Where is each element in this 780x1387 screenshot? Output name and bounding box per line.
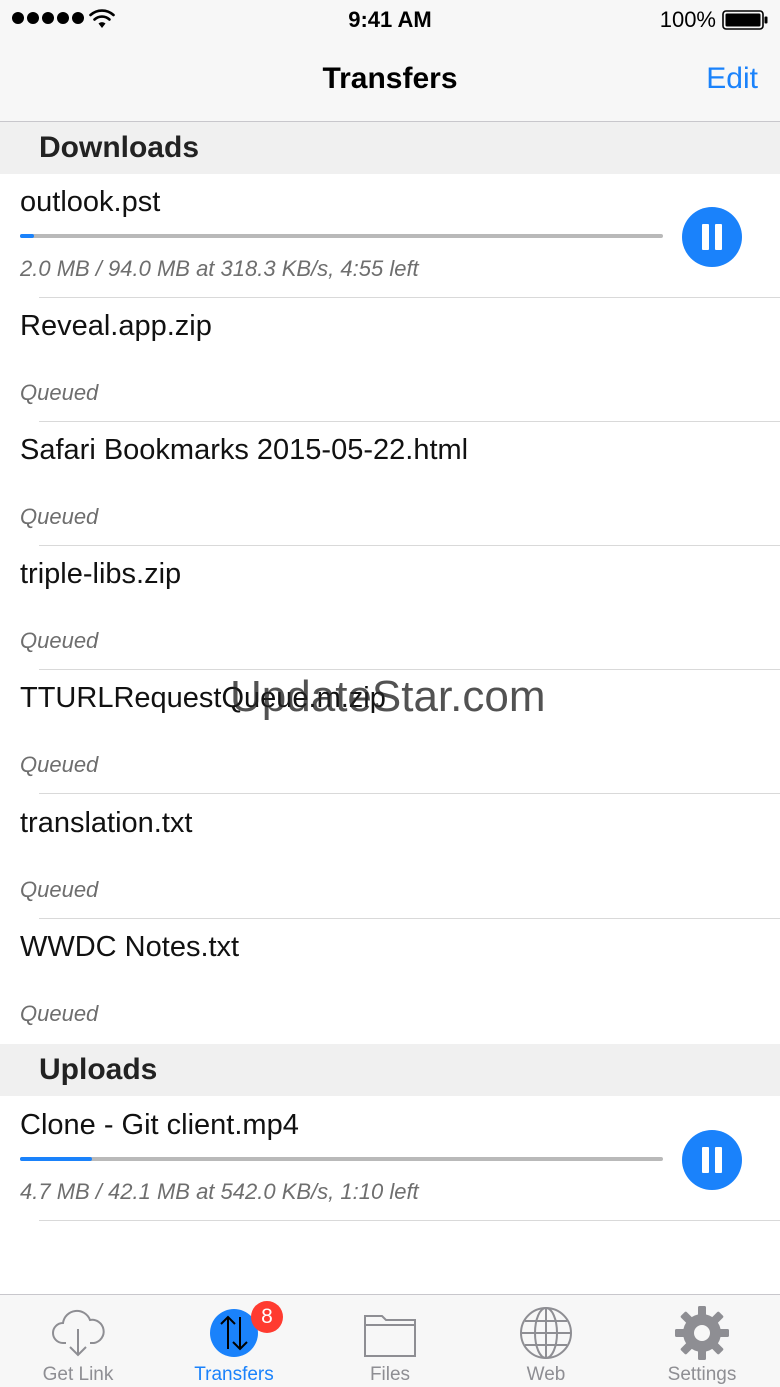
- battery-percent: 100%: [659, 7, 716, 32]
- transfer-row[interactable]: outlook.pst 2.0 MB / 94.0 MB at 318.3 KB…: [0, 174, 780, 298]
- section-header-downloads: Downloads: [0, 122, 780, 174]
- progress-bar: [20, 234, 663, 238]
- globe-icon: [520, 1307, 572, 1359]
- transfer-status: Queued: [20, 504, 99, 529]
- watermark: UpdateStar.com: [230, 672, 546, 721]
- transfer-status: Queued: [20, 628, 99, 653]
- tab-transfers[interactable]: 8 Transfers: [156, 1295, 312, 1387]
- row-separator: [39, 793, 780, 794]
- tab-get-link[interactable]: Get Link: [0, 1295, 156, 1387]
- nav-bar: Transfers Edit: [0, 40, 780, 122]
- gear-icon: [675, 1306, 729, 1360]
- transfer-row[interactable]: WWDC Notes.txt Queued: [0, 919, 780, 1044]
- status-bar: 9:41 AM 100%: [0, 0, 780, 40]
- pause-button[interactable]: [682, 207, 742, 267]
- file-name: Safari Bookmarks 2015-05-22.html: [20, 434, 469, 466]
- transfer-row[interactable]: Clone - Git client.mp4 4.7 MB / 42.1 MB …: [0, 1097, 780, 1221]
- transfer-status: Queued: [20, 752, 99, 777]
- folder-icon: [364, 1315, 416, 1357]
- file-name: Clone - Git client.mp4: [20, 1109, 299, 1141]
- file-name: triple-libs.zip: [20, 558, 182, 590]
- pause-icon: [702, 224, 709, 250]
- tab-files[interactable]: Files: [312, 1295, 468, 1387]
- progress-fill: [20, 1157, 93, 1161]
- transfer-status: 4.7 MB / 42.1 MB at 542.0 KB/s, 1:10 lef…: [20, 1179, 419, 1204]
- file-name: WWDC Notes.txt: [20, 931, 240, 963]
- tab-label: Get Link: [42, 1364, 114, 1385]
- section-title: Uploads: [39, 1053, 158, 1086]
- battery-icon: [722, 10, 768, 30]
- edit-button[interactable]: Edit: [706, 62, 758, 96]
- file-name: translation.txt: [20, 807, 193, 839]
- row-separator: [39, 1220, 780, 1221]
- progress-fill: [20, 234, 34, 238]
- file-name: Reveal.app.zip: [20, 310, 212, 342]
- tab-label: Settings: [667, 1364, 737, 1385]
- transfer-row[interactable]: triple-libs.zip Queued: [0, 546, 780, 670]
- tab-label: Transfers: [194, 1364, 274, 1385]
- tab-settings[interactable]: Settings: [624, 1295, 780, 1387]
- progress-bar: [20, 1157, 663, 1161]
- pause-icon: [702, 1147, 709, 1173]
- transfer-status: Queued: [20, 380, 99, 405]
- section-header-uploads: Uploads: [0, 1044, 780, 1096]
- tab-web[interactable]: Web: [468, 1295, 624, 1387]
- transfer-row[interactable]: Safari Bookmarks 2015-05-22.html Queued: [0, 422, 780, 546]
- cloud-download-icon: [52, 1309, 105, 1357]
- transfer-row[interactable]: Reveal.app.zip Queued: [0, 298, 780, 422]
- pause-button[interactable]: [682, 1130, 742, 1190]
- section-title: Downloads: [39, 131, 200, 164]
- tab-label: Files: [369, 1364, 411, 1385]
- tab-label: Web: [526, 1364, 566, 1385]
- transfer-row[interactable]: translation.txt Queued: [0, 795, 780, 919]
- transfer-status: Queued: [20, 877, 99, 902]
- page-title: Transfers: [322, 62, 458, 95]
- transfer-status: Queued: [20, 1001, 99, 1026]
- tab-bar: Get Link 8 Transfers Files Web Settings: [0, 1294, 780, 1387]
- file-name: outlook.pst: [20, 186, 161, 218]
- transfers-badge: 8: [251, 1301, 283, 1333]
- transfer-status: 2.0 MB / 94.0 MB at 318.3 KB/s, 4:55 lef…: [20, 256, 419, 281]
